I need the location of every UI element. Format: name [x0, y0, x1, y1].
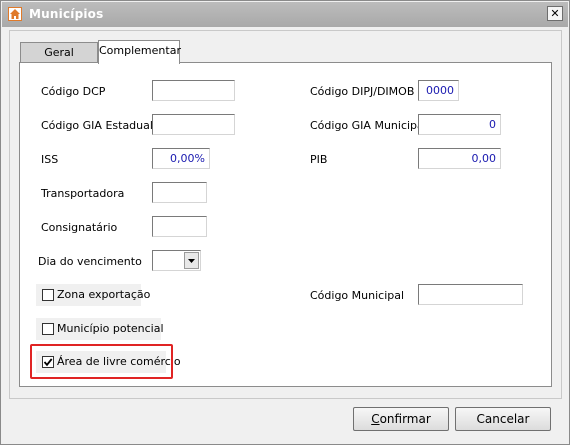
codigo-dipj-dimob-input[interactable]: 0000: [418, 80, 459, 101]
municipio-potencial-box[interactable]: [42, 323, 54, 335]
municipio-potencial-checkbox[interactable]: Município potencial: [36, 318, 164, 340]
home-icon: [8, 7, 22, 21]
consignatario-label: Consignatário: [41, 221, 118, 234]
municipio-potencial-label: Município potencial: [57, 322, 164, 335]
title-bar[interactable]: Municípios ✕: [2, 2, 568, 27]
close-button[interactable]: ✕: [547, 6, 563, 21]
codigo-dcp-input[interactable]: [152, 80, 235, 101]
tab-geral[interactable]: Geral: [20, 42, 98, 63]
pib-label: PIB: [310, 153, 328, 166]
iss-input[interactable]: 0,00%: [152, 148, 210, 169]
codigo-gia-municipal-label: Código GIA Municipal: [310, 119, 427, 132]
pib-input[interactable]: 0,00: [418, 148, 501, 169]
transportadora-input[interactable]: [152, 182, 207, 203]
cancelar-button[interactable]: Cancelar: [455, 407, 551, 431]
chevron-down-icon[interactable]: [184, 252, 199, 269]
municipios-dialog: Municípios ✕ Geral Complementar Código D…: [0, 0, 570, 445]
codigo-gia-municipal-input[interactable]: 0: [418, 114, 501, 135]
cancelar-label: Cancelar: [476, 412, 530, 426]
codigo-dcp-label: Código DCP: [41, 85, 106, 98]
codigo-dipj-dimob-label: Código DIPJ/DIMOB: [310, 85, 415, 98]
zona-exportacao-label: Zona exportação: [57, 288, 151, 301]
codigo-municipal-input[interactable]: [418, 284, 523, 305]
highlight-box: [30, 344, 173, 379]
consignatario-input[interactable]: [152, 216, 207, 237]
tab-complementar[interactable]: Complementar: [98, 40, 181, 64]
codigo-gia-estadual-input[interactable]: [152, 114, 235, 135]
codigo-municipal-label: Código Municipal: [310, 289, 405, 302]
codigo-gia-estadual-label: Código GIA Estadual: [41, 119, 153, 132]
window-title: Municípios: [29, 7, 104, 21]
transportadora-label: Transportadora: [41, 187, 125, 200]
confirmar-mnemonic: C: [371, 412, 380, 426]
dia-vencimento-label: Dia do vencimento: [38, 255, 142, 268]
confirmar-label: onfirmar: [379, 412, 431, 426]
zona-exportacao-box[interactable]: [42, 289, 54, 301]
confirmar-button[interactable]: Confirmar: [353, 407, 449, 431]
zona-exportacao-checkbox[interactable]: Zona exportação: [36, 284, 150, 306]
dia-vencimento-select[interactable]: [152, 250, 201, 271]
iss-label: ISS: [41, 153, 59, 166]
